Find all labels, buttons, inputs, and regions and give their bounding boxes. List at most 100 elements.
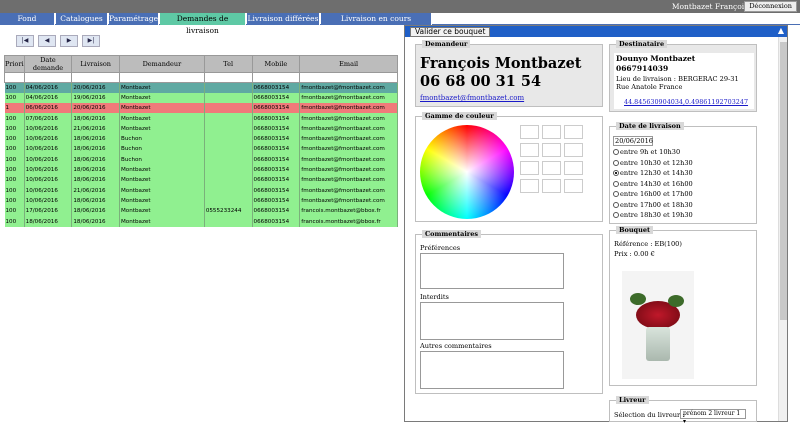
- table-row[interactable]: 100 07/06/2016 18/06/2016 Montbazet 06680031…: [4, 113, 398, 124]
- tab-fond-images[interactable]: Fond d'images: [0, 13, 55, 35]
- table-cell: 21/06/2016: [71, 185, 120, 196]
- table-row[interactable]: 1 06/06/2016 20/06/2016 Montbazet 0668003154…: [4, 103, 398, 114]
- delivery-date-input[interactable]: 20/06/2016: [613, 136, 653, 146]
- column-header[interactable]: Priori: [4, 55, 25, 73]
- filter-input[interactable]: [118, 72, 205, 83]
- table-row[interactable]: 100 10/06/2016 21/06/2016 Montbazet 06680031…: [4, 185, 398, 196]
- color-swatch[interactable]: [542, 161, 561, 175]
- prev-page-button[interactable]: ◀: [38, 35, 56, 47]
- color-swatch[interactable]: [542, 125, 561, 139]
- delivery-slot-label: entre 12h30 et 14h30: [620, 169, 693, 177]
- column-header[interactable]: Livraison: [71, 55, 120, 73]
- table-row[interactable]: 100 18/06/2016 18/06/2016 Montbazet 06680031…: [4, 216, 398, 227]
- table-cell: Montbazet: [119, 185, 205, 196]
- filter-input[interactable]: [23, 72, 73, 83]
- demandeur-name: François Montbazet: [420, 55, 582, 72]
- bouquet-legend: Bouquet: [616, 226, 653, 234]
- interdits-textarea[interactable]: [420, 302, 564, 340]
- table-cell: 10/06/2016: [24, 185, 73, 196]
- last-page-button[interactable]: ▶|: [82, 35, 100, 47]
- radio-icon[interactable]: [613, 201, 619, 208]
- column-header[interactable]: Mobile: [251, 55, 301, 73]
- color-swatch[interactable]: [520, 125, 539, 139]
- table-row[interactable]: 100 10/06/2016 18/06/2016 Montbazet 06680031…: [4, 175, 398, 186]
- color-wheel[interactable]: [420, 125, 514, 219]
- demandeur-email-link[interactable]: fmontbazet@fmontbazet.com: [420, 94, 524, 102]
- radio-icon[interactable]: [613, 149, 619, 155]
- table-row[interactable]: 100 04/06/2016 20/06/2016 Montbazet 06680031…: [4, 82, 398, 93]
- tab-livraison-acceptation[interactable]: Livraison en cours d'acceptation: [321, 13, 432, 35]
- color-swatch[interactable]: [520, 161, 539, 175]
- delivery-slot-radio[interactable]: entre 17h00 et 18h30: [613, 201, 693, 209]
- table-cell: Montbazet: [119, 82, 205, 93]
- delivery-slot-radio[interactable]: entre 14h30 et 16h00: [613, 180, 693, 188]
- color-swatch[interactable]: [564, 161, 583, 175]
- radio-icon[interactable]: [613, 212, 619, 218]
- radio-icon[interactable]: [613, 191, 619, 197]
- column-header[interactable]: Date demande: [23, 55, 73, 73]
- filter-input[interactable]: [203, 72, 253, 83]
- delivery-slot-label: entre 16h00 et 17h00: [620, 190, 693, 198]
- first-page-button[interactable]: |◀: [16, 35, 34, 47]
- column-header[interactable]: Email: [299, 55, 398, 73]
- autres-textarea[interactable]: [420, 351, 564, 389]
- table-cell: fmontbazet@fmontbazet.com: [299, 195, 398, 207]
- delivery-slot-radio[interactable]: entre 9h et 10h30: [613, 148, 680, 156]
- table-cell: 0668003154: [252, 206, 301, 217]
- tab-parametrage[interactable]: Paramétrage: [109, 13, 159, 25]
- radio-icon[interactable]: [613, 180, 619, 187]
- table-row[interactable]: 100 10/06/2016 21/06/2016 Montbazet 06680031…: [4, 123, 398, 134]
- table-row[interactable]: 100 10/06/2016 18/06/2016 Buchon 0668003154 f…: [4, 144, 398, 155]
- column-header[interactable]: Tel: [203, 55, 253, 73]
- color-swatch[interactable]: [542, 143, 561, 157]
- delivery-slot-radio[interactable]: entre 10h30 et 12h30: [613, 159, 693, 167]
- table-row[interactable]: 100 10/06/2016 18/06/2016 Buchon 0668003154 f…: [4, 133, 398, 145]
- validate-bouquet-button[interactable]: Valider ce bouquet: [410, 27, 491, 37]
- scrollbar-thumb[interactable]: [780, 42, 787, 320]
- table-row[interactable]: 100 04/06/2016 19/06/2016 Montbazet 06680031…: [4, 92, 398, 104]
- demandeur-legend: Demandeur: [422, 40, 471, 48]
- filter-input[interactable]: [4, 72, 25, 83]
- color-swatch[interactable]: [564, 179, 583, 193]
- panel-scrollbar[interactable]: [778, 37, 787, 421]
- table-cell: 10/06/2016: [24, 175, 73, 186]
- color-swatch[interactable]: [520, 143, 539, 157]
- color-swatch[interactable]: [542, 179, 561, 193]
- logout-button[interactable]: Déconnexion: [744, 1, 797, 12]
- bouquet-section: Bouquet Référence : EB(100) Prix : 0.00 …: [609, 226, 757, 386]
- table-cell: fmontbazet@fmontbazet.com: [299, 92, 398, 104]
- table-cell: 100: [4, 216, 25, 227]
- color-swatch[interactable]: [520, 179, 539, 193]
- column-header[interactable]: Demandeur: [118, 55, 205, 73]
- color-swatch[interactable]: [564, 143, 583, 157]
- table-row[interactable]: 100 10/06/2016 18/06/2016 Buchon 0668003154 f…: [4, 154, 398, 165]
- table-cell: francois.montbazet@bbox.fr: [299, 206, 398, 217]
- filter-input[interactable]: [251, 72, 301, 83]
- tab-catalogues[interactable]: Catalogues: [56, 13, 108, 25]
- color-swatch[interactable]: [564, 125, 583, 139]
- radio-icon[interactable]: [613, 159, 619, 166]
- destinataire-map-link[interactable]: 44.845630904034,0.49861192703247: [624, 98, 748, 106]
- table-row[interactable]: 100 17/06/2016 18/06/2016 Montbazet 05552332…: [4, 206, 398, 217]
- livreur-section: Livreur Sélection du livreur : prénom 2 …: [609, 396, 757, 425]
- table-header: Priori Date demande Livraison Demandeur Tel M…: [4, 55, 398, 73]
- table-cell: 0668003154: [252, 195, 301, 207]
- table-row[interactable]: 100 10/06/2016 18/06/2016 Montbazet 06680031…: [4, 164, 398, 176]
- livreur-select[interactable]: prénom 2 livreur 1 ▾: [680, 409, 746, 425]
- preferences-textarea[interactable]: [420, 253, 564, 289]
- filter-input[interactable]: [299, 72, 398, 83]
- tab-demandes-livraison[interactable]: Demandes de livraison: [160, 13, 246, 35]
- interdits-label: Interdits: [420, 293, 449, 301]
- next-page-button[interactable]: ▶: [60, 35, 78, 47]
- collapse-icon[interactable]: ▲: [778, 26, 784, 35]
- table-row[interactable]: 100 10/06/2016 18/06/2016 Montbazet 06680031…: [4, 195, 398, 207]
- delivery-slot-radio[interactable]: entre 16h00 et 17h00: [613, 190, 693, 198]
- filter-row: [4, 72, 398, 83]
- delivery-slot-radio[interactable]: entre 18h30 et 19h30: [613, 211, 693, 219]
- table-cell: 10/06/2016: [24, 123, 73, 134]
- table-cell: [204, 82, 253, 93]
- tab-livraison-differees[interactable]: Livraison différées: [247, 13, 320, 25]
- delivery-slot-radio[interactable]: entre 12h30 et 14h30: [613, 169, 693, 177]
- filter-input[interactable]: [71, 72, 120, 83]
- radio-icon[interactable]: [613, 170, 619, 176]
